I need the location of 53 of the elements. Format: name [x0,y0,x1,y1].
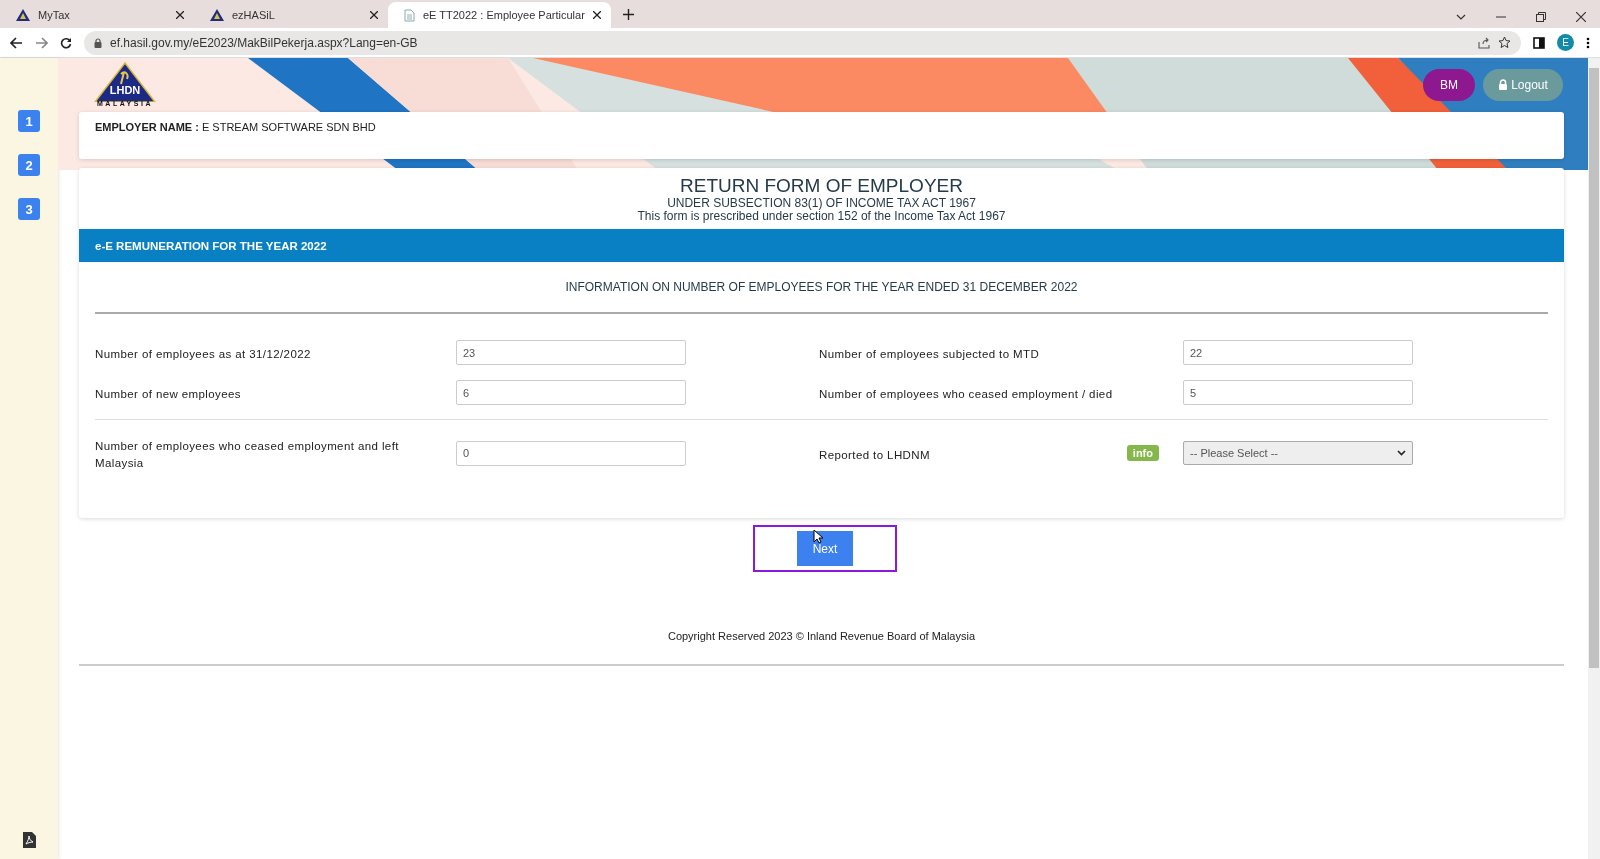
employer-name: EMPLOYER NAME : E STREAM SOFTWARE SDN BHD [95,121,376,133]
step-button[interactable]: 3 [18,198,40,220]
field-label: Number of new employees [95,387,242,402]
step-button[interactable]: 1 [18,110,40,132]
lock-icon [94,37,102,48]
select-field[interactable]: -- Please Select -- [1183,441,1413,465]
browser-tab[interactable]: ezHASiL [194,2,388,28]
triangle-logo-icon [16,9,30,21]
scrollbar[interactable] [1588,58,1600,859]
new-tab-icon[interactable] [622,9,634,20]
back-icon[interactable] [10,36,23,49]
browser-tab[interactable]: MyTax [0,2,194,28]
reload-icon[interactable] [60,36,72,49]
next-button[interactable]: Next [797,531,853,566]
section-heading: INFORMATION ON NUMBER OF EMPLOYEES FOR THE YEAR ENDED 31 DECEMBER 2022 [95,280,1548,314]
profile-avatar[interactable]: E [1557,34,1574,51]
close-icon[interactable] [370,11,378,19]
page-icon [404,8,415,22]
share-icon[interactable] [1478,36,1490,49]
chevron-down-icon[interactable] [1456,14,1466,20]
field-label: Reported to LHDNM [819,447,931,463]
input-field[interactable]: 23 [456,340,686,365]
browser-tab[interactable]: eE TT2022 : Employee Particular [388,2,611,28]
triangle-logo-icon [210,9,224,21]
triangle-logo-icon [94,62,156,102]
field-label: Number of employees subjected to MTD [819,347,1041,362]
section-bar: e-E REMUNERATION FOR THE YEAR 2022 [79,229,1564,262]
form-note: This form is prescribed under section 152 of the Income Tax Act 1967 [636,210,1007,223]
side-panel-icon[interactable] [1533,36,1545,49]
restore-icon[interactable] [1536,12,1546,22]
cursor-icon [813,529,823,544]
input-field[interactable]: 0 [456,440,686,466]
input-field[interactable]: 6 [456,380,686,405]
caret-icon [1397,450,1406,456]
input-field[interactable]: 22 [1183,340,1413,365]
step-button[interactable]: 2 [18,154,40,176]
star-icon[interactable] [1498,36,1511,49]
close-icon[interactable] [592,11,601,19]
address-bar[interactable]: ef.hasil.gov.my/eE2023/MakBilPekerja.aspx?Lang=en-GB [84,30,1521,55]
logo-title: LHDN [109,84,141,96]
field-label: Number of employees who ceased employment / died [819,387,1114,402]
menu-icon[interactable] [1586,36,1590,49]
field-label: Number of employees who ceased employment and left Malaysia [95,439,400,471]
form-title: RETURN FORM OF EMPLOYER [679,175,964,197]
close-icon[interactable] [1576,12,1586,22]
forward-icon[interactable] [35,36,48,49]
pdf-icon[interactable] [22,832,36,848]
form-subtitle: UNDER SUBSECTION 83(1) OF INCOME TAX ACT 1967 [666,197,977,210]
close-icon[interactable] [176,11,184,19]
lock-icon [1498,79,1509,90]
input-field[interactable]: 5 [1183,380,1413,405]
copyright-text: Copyright Reserved 2023 © Inland Revenue Board of Malaysia [79,630,1564,666]
field-label: Number of employees as at 31/12/2022 [95,347,312,362]
